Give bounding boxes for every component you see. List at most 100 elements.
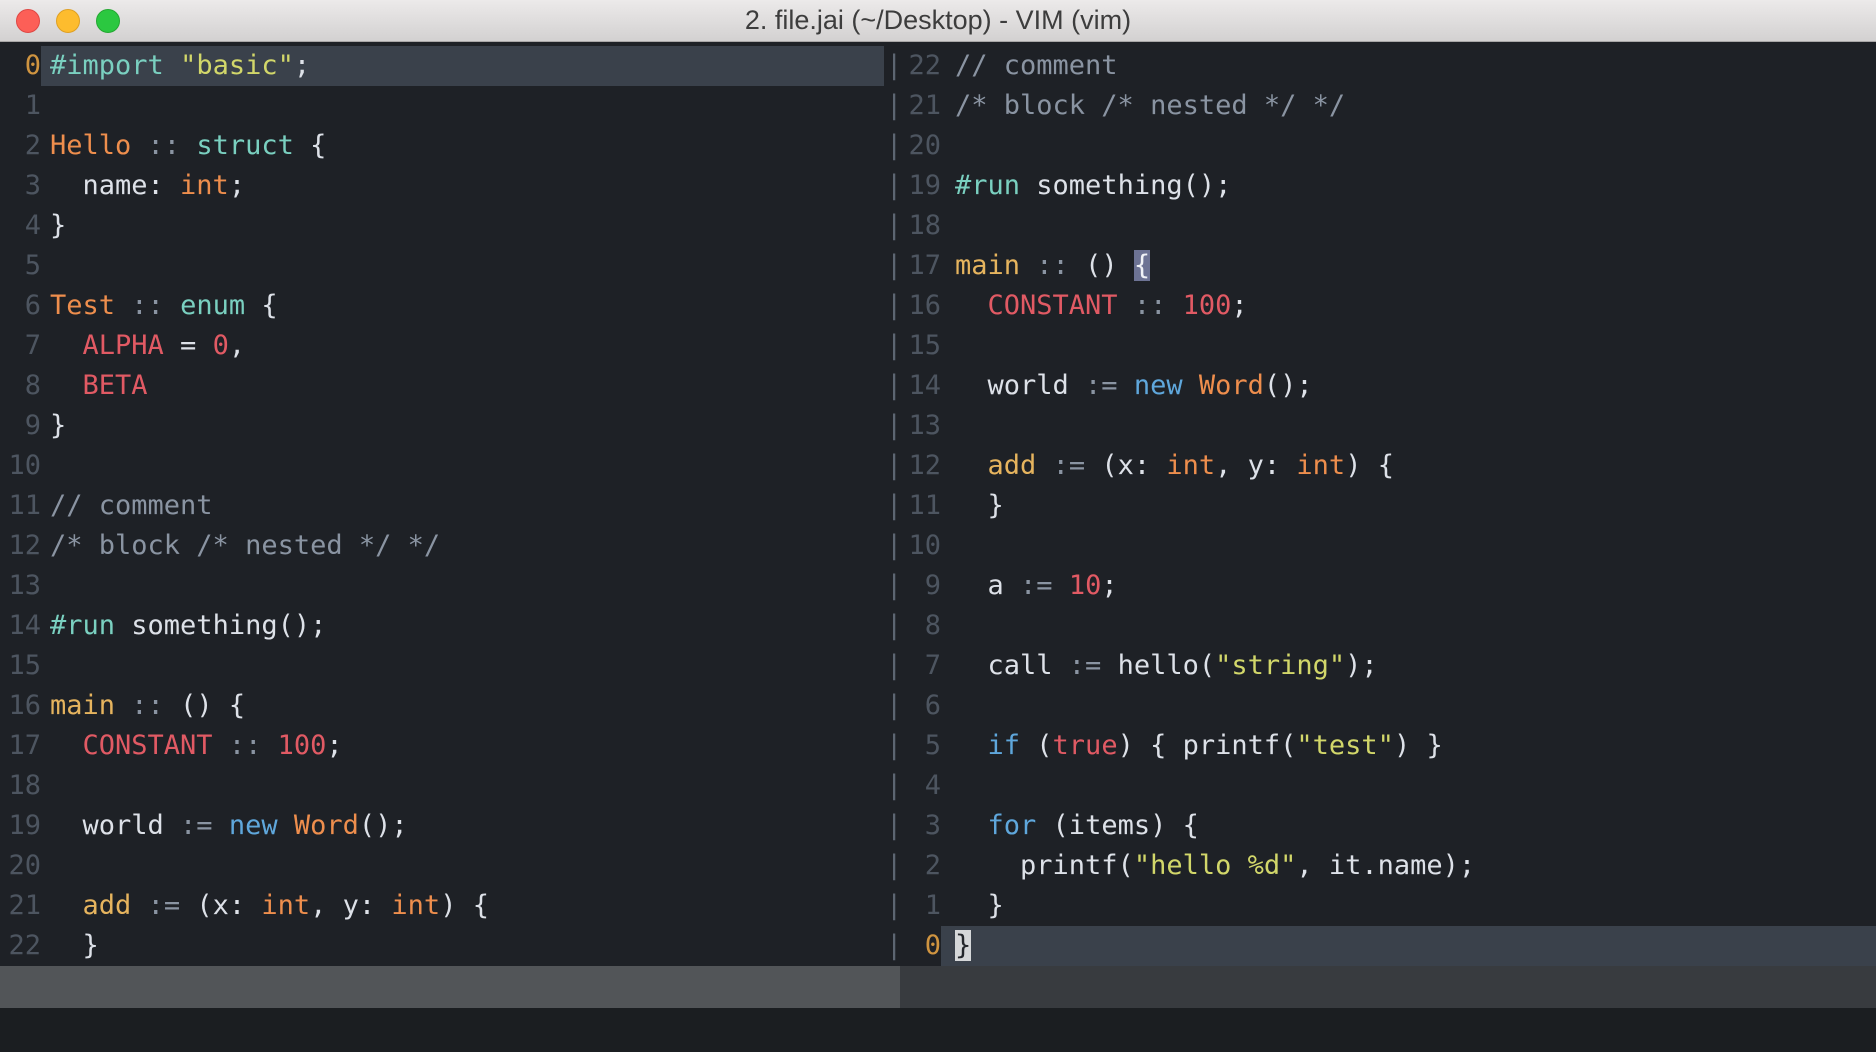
- code-text: a := 10;: [941, 566, 1876, 606]
- close-button[interactable]: [16, 9, 40, 33]
- code-line[interactable]: 3 name: int;: [0, 166, 884, 206]
- code-text: #run something();: [41, 606, 884, 646]
- code-line[interactable]: 21 add := (x: int, y: int) {: [0, 886, 884, 926]
- zoom-button[interactable]: [96, 9, 120, 33]
- code-text: [41, 766, 884, 806]
- token-blue: new: [1134, 370, 1183, 401]
- code-line[interactable]: |2 printf("hello %d", it.name);: [884, 846, 1876, 886]
- token-orange: Test: [50, 290, 115, 321]
- token-comment: /* block /* nested */ */: [50, 530, 440, 561]
- minimize-button[interactable]: [56, 9, 80, 33]
- code-line[interactable]: |22// comment: [884, 46, 1876, 86]
- code-line[interactable]: |12 add := (x: int, y: int) {: [884, 446, 1876, 486]
- token-fg: }: [50, 410, 66, 441]
- token-red: 100: [1183, 290, 1232, 321]
- token-fg: [955, 450, 988, 481]
- token-op: :=: [148, 890, 181, 921]
- token-fg: (x:: [1085, 450, 1166, 481]
- code-line[interactable]: |18: [884, 206, 1876, 246]
- split-divider-icon: |: [886, 326, 900, 366]
- code-line[interactable]: |10: [884, 526, 1876, 566]
- split-divider-icon: |: [886, 846, 900, 886]
- code-line[interactable]: 6Test :: enum {: [0, 286, 884, 326]
- code-text: [941, 686, 1876, 726]
- token-op: :=: [1020, 570, 1053, 601]
- command-line[interactable]: [0, 1008, 1876, 1052]
- split-divider-icon: |: [886, 126, 900, 166]
- code-line[interactable]: |20: [884, 126, 1876, 166]
- code-line[interactable]: 14#run something();: [0, 606, 884, 646]
- vim-pane-left[interactable]: 0#import "basic";12Hello :: struct {3 na…: [0, 46, 884, 966]
- token-fg: [1020, 250, 1036, 281]
- token-red: ALPHA: [83, 330, 164, 361]
- vim-pane-right[interactable]: |22// comment|21/* block /* nested */ */…: [884, 46, 1876, 966]
- code-line[interactable]: 11// comment: [0, 486, 884, 526]
- code-line[interactable]: 10: [0, 446, 884, 486]
- code-line[interactable]: 9}: [0, 406, 884, 446]
- code-text: Hello :: struct {: [41, 126, 884, 166]
- code-line[interactable]: |3 for (items) {: [884, 806, 1876, 846]
- token-orange: int: [180, 170, 229, 201]
- token-fg: , y:: [310, 890, 391, 921]
- code-line[interactable]: |19#run something();: [884, 166, 1876, 206]
- token-fg: [131, 130, 147, 161]
- code-line[interactable]: 12/* block /* nested */ */: [0, 526, 884, 566]
- token-fg: [213, 730, 229, 761]
- token-fg: [50, 370, 83, 401]
- line-number: 15: [8, 646, 41, 686]
- token-gold: add: [83, 890, 132, 921]
- token-blue: for: [988, 810, 1037, 841]
- code-text: add := (x: int, y: int) {: [41, 886, 884, 926]
- code-line[interactable]: |14 world := new Word();: [884, 366, 1876, 406]
- token-comment: // comment: [50, 490, 213, 521]
- code-line[interactable]: 5: [0, 246, 884, 286]
- code-line[interactable]: |0}: [884, 926, 1876, 966]
- code-line[interactable]: 7 ALPHA = 0,: [0, 326, 884, 366]
- code-line[interactable]: 20: [0, 846, 884, 886]
- token-fg: something();: [115, 610, 326, 641]
- code-line[interactable]: 22 }: [0, 926, 884, 966]
- code-line[interactable]: 0#import "basic";: [0, 46, 884, 86]
- code-line[interactable]: |5 if (true) { printf("test") }: [884, 726, 1876, 766]
- token-op: ::: [131, 690, 164, 721]
- code-line[interactable]: 17 CONSTANT :: 100;: [0, 726, 884, 766]
- code-line[interactable]: 13: [0, 566, 884, 606]
- token-op: :=: [1069, 650, 1102, 681]
- code-line[interactable]: |8: [884, 606, 1876, 646]
- code-line[interactable]: 1: [0, 86, 884, 126]
- code-line[interactable]: 4}: [0, 206, 884, 246]
- token-fg: world: [955, 370, 1085, 401]
- code-text: [941, 406, 1876, 446]
- code-line[interactable]: |4: [884, 766, 1876, 806]
- code-line[interactable]: 16main :: () {: [0, 686, 884, 726]
- code-line[interactable]: 2Hello :: struct {: [0, 126, 884, 166]
- code-text: [41, 446, 884, 486]
- code-line[interactable]: |16 CONSTANT :: 100;: [884, 286, 1876, 326]
- token-fg: [955, 810, 988, 841]
- token-orange: int: [1166, 450, 1215, 481]
- code-line[interactable]: |6: [884, 686, 1876, 726]
- line-number: 21: [908, 86, 941, 126]
- token-fg: call: [955, 650, 1069, 681]
- code-line[interactable]: |21/* block /* nested */ */: [884, 86, 1876, 126]
- code-line[interactable]: 19 world := new Word();: [0, 806, 884, 846]
- code-text: }: [41, 406, 884, 446]
- token-fg: a: [955, 570, 1020, 601]
- token-op: ::: [229, 730, 262, 761]
- code-line[interactable]: |11 }: [884, 486, 1876, 526]
- code-line[interactable]: |7 call := hello("string");: [884, 646, 1876, 686]
- code-line[interactable]: |1 }: [884, 886, 1876, 926]
- token-fg: [164, 50, 180, 81]
- code-line[interactable]: |15: [884, 326, 1876, 366]
- line-number: 5: [908, 726, 941, 766]
- code-line[interactable]: 15: [0, 646, 884, 686]
- code-text: [941, 126, 1876, 166]
- code-line[interactable]: 18: [0, 766, 884, 806]
- code-line[interactable]: 8 BETA: [0, 366, 884, 406]
- token-gold: add: [988, 450, 1037, 481]
- code-line[interactable]: |13: [884, 406, 1876, 446]
- code-line[interactable]: |17main :: () {: [884, 246, 1876, 286]
- code-text: }: [941, 886, 1876, 926]
- code-line[interactable]: |9 a := 10;: [884, 566, 1876, 606]
- code-text: Test :: enum {: [41, 286, 884, 326]
